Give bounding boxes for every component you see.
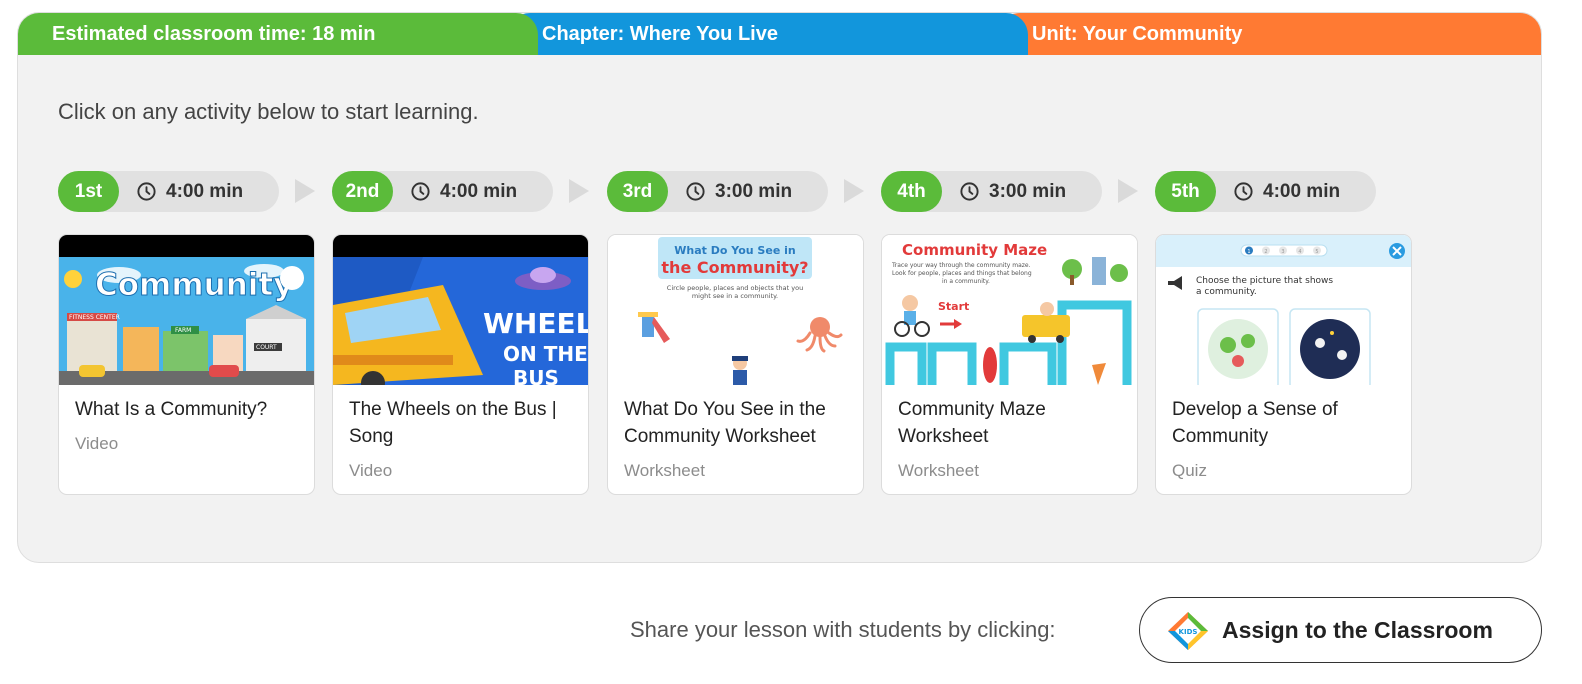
worksheet-thumbnail: Community Maze Trace your way through th… — [882, 235, 1137, 385]
quiz-progress-2: 2 — [1264, 249, 1267, 255]
thumb-heading: Community Maze — [902, 241, 1047, 259]
quiz-prompt-1: Choose the picture that shows — [1196, 276, 1333, 286]
assign-to-classroom-button[interactable]: KIDS Assign to the Classroom — [1139, 597, 1542, 663]
step-order: 5th — [1155, 171, 1216, 212]
step-pill: 3rd 3:00 min — [607, 171, 828, 212]
thumb-line-1: WHEELS — [483, 307, 589, 340]
chapter-link[interactable]: Chapter: Where You Live — [508, 13, 1028, 55]
quiz-prompt-2: a community. — [1196, 287, 1257, 297]
activity-card-5[interactable]: 1 2 3 4 5 Choose the picture that shows … — [1155, 234, 1412, 495]
activity-title: Develop a Sense of Community — [1172, 399, 1338, 447]
activity-type: Video — [75, 434, 119, 453]
kids-academy-logo-icon: KIDS — [1168, 612, 1208, 650]
thumb-instr-1: Trace your way through the community maz… — [891, 262, 1031, 269]
thumb-sign-court: COURT — [256, 344, 277, 351]
clock-icon — [960, 182, 979, 201]
thumb-line-3: BUS — [513, 366, 559, 385]
community-worksheet-illustration: What Do You See in the Community? Circle… — [608, 235, 863, 385]
worksheet-thumbnail: What Do You See in the Community? Circle… — [608, 235, 863, 385]
chevron-right-icon — [295, 179, 315, 203]
step-pill: 2nd 4:00 min — [332, 171, 553, 212]
quiz-progress-4: 4 — [1298, 249, 1301, 255]
quiz-thumbnail: 1 2 3 4 5 Choose the picture that shows … — [1156, 235, 1411, 385]
quiz-progress-3: 3 — [1281, 249, 1284, 255]
activity-card-1[interactable]: Community FITNESS CENTER FARM COURT What… — [58, 234, 315, 495]
step-pill: 5th 4:00 min — [1155, 171, 1376, 212]
activity-title: Community Maze Worksheet — [898, 399, 1046, 447]
activity-card-4[interactable]: Community Maze Trace your way through th… — [881, 234, 1138, 495]
activity-card-2[interactable]: WHEELS ON THE BUS The Wheels on the Bus … — [332, 234, 589, 495]
activity-title: What Is a Community? — [75, 399, 268, 420]
thumb-start: Start — [938, 300, 969, 313]
step-duration: 4:00 min — [440, 181, 518, 202]
clock-icon — [411, 182, 430, 201]
thumb-sign-fitness: FITNESS CENTER — [69, 314, 120, 321]
logo-text: KIDS — [1179, 628, 1198, 636]
classroom-time-label: Estimated classroom time: 18 min — [18, 13, 538, 55]
lesson-panel: Estimated classroom time: 18 min Chapter… — [17, 12, 1542, 563]
chevron-right-icon — [569, 179, 589, 203]
step-pill: 4th 3:00 min — [881, 171, 1102, 212]
activity-type: Quiz — [1172, 461, 1207, 480]
video-thumbnail: Community FITNESS CENTER FARM COURT — [59, 235, 314, 385]
activity-card-3[interactable]: What Do You See in the Community? Circle… — [607, 234, 864, 495]
thumb-heading-2: the Community? — [661, 258, 808, 277]
unit-link[interactable]: Unit: Your Community — [998, 13, 1541, 55]
community-video-illustration: Community FITNESS CENTER FARM COURT — [59, 235, 314, 385]
step-order: 2nd — [332, 171, 393, 212]
thumb-instr-2: Look for people, places and things that … — [892, 270, 1032, 277]
share-text: Share your lesson with students by click… — [630, 617, 1056, 642]
activity-type: Worksheet — [898, 461, 979, 480]
thumb-instr-2: might see in a community. — [692, 292, 778, 300]
step-duration: 3:00 min — [989, 181, 1067, 202]
step-order: 3rd — [607, 171, 668, 212]
thumb-instr-1: Circle people, places and objects that y… — [667, 284, 803, 292]
step-duration: 4:00 min — [166, 181, 244, 202]
step-pill: 1st 4:00 min — [58, 171, 279, 212]
lesson-info-bar: Estimated classroom time: 18 min Chapter… — [18, 13, 1541, 55]
community-maze-illustration: Community Maze Trace your way through th… — [882, 235, 1137, 385]
step-duration: 3:00 min — [715, 181, 793, 202]
thumb-heading-1: What Do You See in — [674, 244, 795, 257]
activity-title: What Do You See in the Community Workshe… — [624, 399, 826, 447]
activity-title: The Wheels on the Bus | Song — [349, 399, 557, 447]
thumb-sign-farm: FARM — [175, 327, 191, 334]
thumb-instr-3: in a community. — [942, 278, 990, 285]
clock-icon — [686, 182, 705, 201]
activity-type: Video — [349, 461, 393, 480]
thumb-title: Community — [95, 267, 293, 303]
intro-text: Click on any activity below to start lea… — [58, 99, 479, 124]
quiz-progress-5: 5 — [1315, 249, 1318, 255]
wheels-on-bus-illustration: WHEELS ON THE BUS — [333, 235, 589, 385]
step-duration: 4:00 min — [1263, 181, 1341, 202]
clock-icon — [137, 182, 156, 201]
quiz-progress-1: 1 — [1247, 249, 1250, 255]
chevron-right-icon — [1118, 179, 1138, 203]
thumb-line-2: ON THE — [503, 342, 588, 366]
activity-type: Worksheet — [624, 461, 705, 480]
quiz-preview-illustration: 1 2 3 4 5 Choose the picture that shows … — [1156, 235, 1411, 385]
clock-icon — [1234, 182, 1253, 201]
video-thumbnail: WHEELS ON THE BUS — [333, 235, 588, 385]
step-order: 1st — [58, 171, 119, 212]
chevron-right-icon — [844, 179, 864, 203]
assign-label: Assign to the Classroom — [1222, 617, 1493, 643]
step-order: 4th — [881, 171, 942, 212]
